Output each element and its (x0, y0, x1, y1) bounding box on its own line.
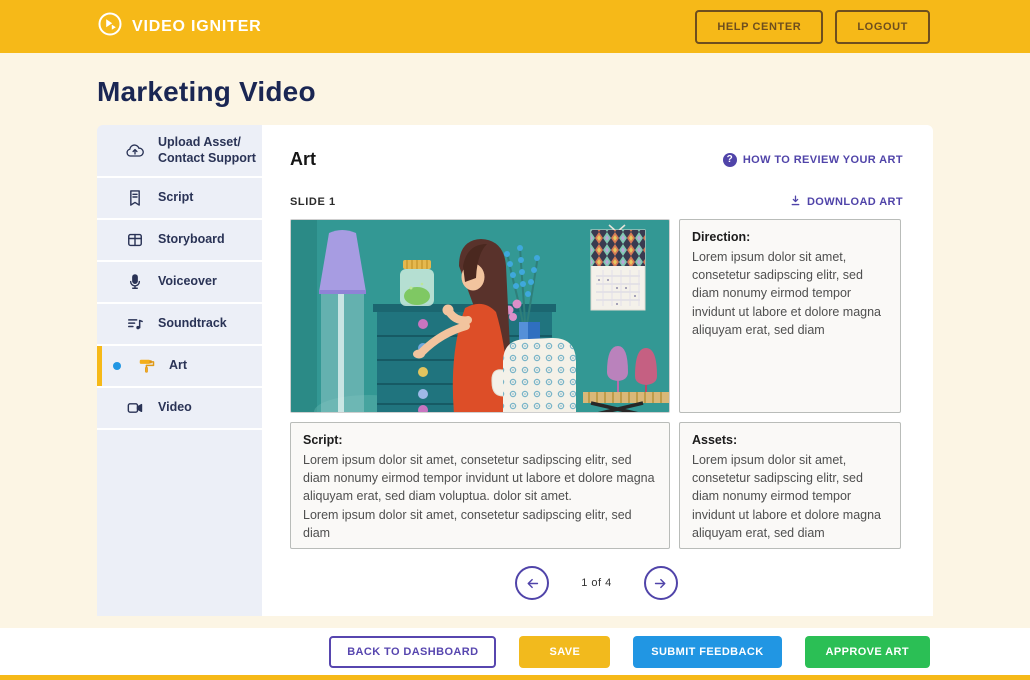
direction-title: Direction: (692, 228, 888, 246)
arrow-left-icon (524, 575, 541, 592)
sidebar-item-art[interactable]: Art (97, 346, 262, 388)
sidebar-item-label: Voiceover (158, 274, 217, 290)
page-count: 1 of 4 (581, 577, 612, 589)
sidebar-item-label: Soundtrack (158, 316, 227, 332)
sidebar-item-storyboard[interactable]: Storyboard (97, 220, 262, 262)
paint-roller-icon (136, 356, 156, 376)
active-dot (113, 362, 121, 370)
footer-yellow-strip (0, 675, 1030, 680)
topbar-actions: HELP CENTER LOGOUT (695, 10, 930, 44)
brand-name: VIDEO IGNITER (132, 18, 262, 36)
how-to-review-link[interactable]: ? HOW TO REVIEW YOUR ART (723, 153, 903, 167)
sidebar-item-label: Video (158, 400, 192, 416)
script-text-2: Lorem ipsum dolor sit amet, consetetur s… (303, 506, 657, 542)
next-slide-button[interactable] (644, 566, 678, 600)
download-icon (789, 194, 802, 210)
video-igniter-logo-icon (97, 11, 123, 42)
cloud-upload-icon (125, 141, 145, 161)
download-art-label: DOWNLOAD ART (807, 196, 903, 208)
logout-button[interactable]: LOGOUT (835, 10, 930, 44)
brand: VIDEO IGNITER (97, 11, 262, 42)
script-box: Script: Lorem ipsum dolor sit amet, cons… (290, 422, 670, 549)
footer-action-bar: BACK TO DASHBOARD SAVE SUBMIT FEEDBACK A… (0, 628, 1030, 675)
content-row: Upload Asset/ Contact Support Script (97, 125, 933, 616)
script-text-1: Lorem ipsum dolor sit amet, consetetur s… (303, 451, 657, 505)
topbar: VIDEO IGNITER HELP CENTER LOGOUT (0, 0, 1030, 53)
sidebar-item-label: Art (169, 358, 187, 374)
sidebar-item-label: Script (158, 190, 193, 206)
previous-slide-button[interactable] (515, 566, 549, 600)
save-button[interactable]: SAVE (519, 636, 610, 668)
arrow-right-icon (652, 575, 669, 592)
script-title: Script: (303, 431, 657, 449)
sidebar-item-soundtrack[interactable]: Soundtrack (97, 304, 262, 346)
video-camera-icon (125, 398, 145, 418)
back-to-dashboard-button[interactable]: BACK TO DASHBOARD (329, 636, 496, 668)
storyboard-grid-icon (125, 230, 145, 250)
download-art-link[interactable]: DOWNLOAD ART (789, 194, 903, 210)
sidebar-item-voiceover[interactable]: Voiceover (97, 262, 262, 304)
approve-art-button[interactable]: APPROVE ART (805, 636, 930, 668)
assets-title: Assets: (692, 431, 888, 449)
slide-pagination: 1 of 4 (290, 566, 903, 600)
help-center-button[interactable]: HELP CENTER (695, 10, 823, 44)
app-root: VIDEO IGNITER HELP CENTER LOGOUT Marketi… (0, 0, 1030, 680)
section-heading: Art (290, 149, 316, 170)
how-to-review-label: HOW TO REVIEW YOUR ART (743, 154, 903, 166)
sidebar-item-label: Storyboard (158, 232, 225, 248)
direction-box: Direction: Lorem ipsum dolor sit amet, c… (679, 219, 901, 413)
slide-artwork (290, 219, 670, 413)
sidebar: Upload Asset/ Contact Support Script (97, 125, 262, 616)
question-mark-icon: ? (723, 153, 737, 167)
sidebar-item-script[interactable]: Script (97, 178, 262, 220)
submit-feedback-button[interactable]: SUBMIT FEEDBACK (633, 636, 781, 668)
sidebar-item-upload-asset[interactable]: Upload Asset/ Contact Support (97, 125, 262, 178)
script-icon (125, 188, 145, 208)
soundtrack-playlist-icon (125, 314, 145, 334)
art-review-card: Art ? HOW TO REVIEW YOUR ART SLIDE 1 DOW… (262, 125, 933, 616)
sidebar-item-label: Upload Asset/ Contact Support (158, 135, 256, 166)
assets-text: Lorem ipsum dolor sit amet, consetetur s… (692, 451, 888, 542)
assets-box: Assets: Lorem ipsum dolor sit amet, cons… (679, 422, 901, 549)
slide-label: SLIDE 1 (290, 196, 336, 208)
page-title: Marketing Video (97, 76, 1030, 108)
sidebar-item-video[interactable]: Video (97, 388, 262, 430)
direction-text: Lorem ipsum dolor sit amet, consetetur s… (692, 248, 888, 339)
microphone-icon (125, 272, 145, 292)
